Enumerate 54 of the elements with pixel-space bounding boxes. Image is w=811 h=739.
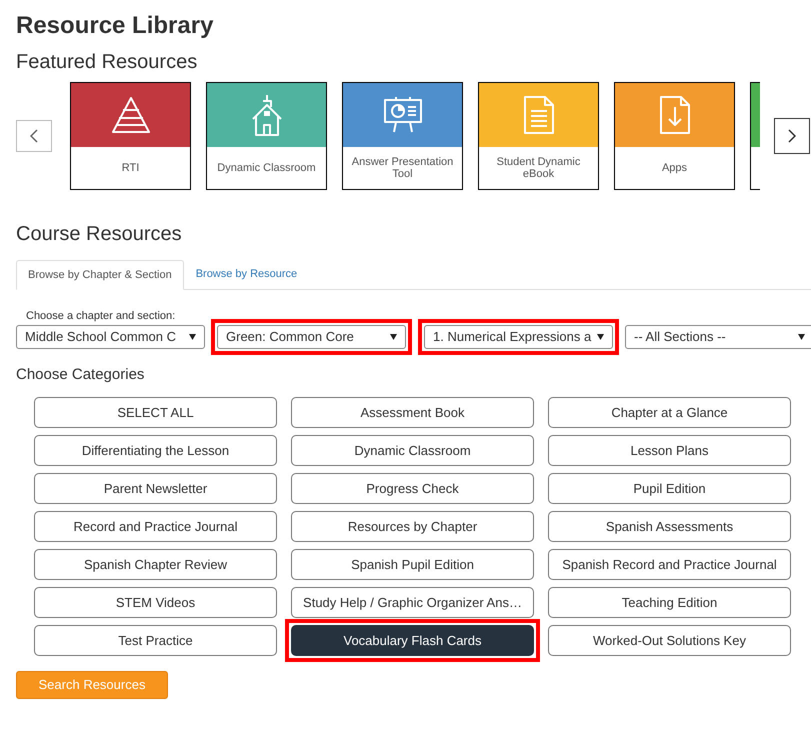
next-button[interactable] bbox=[774, 118, 810, 154]
category-button[interactable]: STEM Videos bbox=[34, 587, 277, 618]
caret-icon bbox=[189, 334, 196, 340]
caret-icon bbox=[597, 334, 604, 340]
category-button[interactable]: Pupil Edition bbox=[548, 473, 791, 504]
category-button[interactable]: Teaching Edition bbox=[548, 587, 791, 618]
pyramid-icon bbox=[110, 96, 150, 134]
category-button[interactable]: Assessment Book bbox=[291, 397, 534, 428]
category-button[interactable]: SELECT ALL bbox=[34, 397, 277, 428]
category-button[interactable]: Vocabulary Flash Cards bbox=[291, 625, 534, 656]
card-label: Apps bbox=[662, 162, 688, 174]
featured-card[interactable]: RTI bbox=[70, 82, 191, 190]
tab[interactable]: Browse by Resource bbox=[184, 260, 310, 289]
category-button[interactable]: Lesson Plans bbox=[548, 435, 791, 466]
category-button[interactable]: Spanish Record and Practice Journal bbox=[548, 549, 791, 580]
dropdown[interactable]: Middle School Common C bbox=[16, 325, 205, 349]
category-button[interactable]: Chapter at a Glance bbox=[548, 397, 791, 428]
section-heading: Choose Categories bbox=[16, 365, 146, 385]
category-button[interactable]: Study Help / Graphic Organizer Ans… bbox=[291, 587, 534, 618]
chevron-right-icon bbox=[788, 129, 796, 143]
card-label: Answer Presentation Tool bbox=[350, 156, 454, 180]
category-button[interactable]: Worked-Out Solutions Key bbox=[548, 625, 791, 656]
selects-label: Choose a chapter and section: bbox=[26, 309, 176, 323]
card-label: Student Dynamic eBook bbox=[496, 156, 582, 180]
category-button[interactable]: Spanish Assessments bbox=[548, 511, 791, 542]
category-button[interactable]: Progress Check bbox=[291, 473, 534, 504]
featured-card[interactable]: Apps bbox=[614, 82, 735, 190]
tab[interactable]: Browse by Chapter & Section bbox=[16, 260, 184, 290]
document-icon bbox=[522, 95, 554, 135]
card-label: Dynamic Classroom bbox=[217, 162, 316, 174]
download-document-icon bbox=[658, 95, 690, 135]
card-label: RTI bbox=[122, 162, 140, 174]
featured-card[interactable]: Answer Presentation Tool bbox=[342, 82, 463, 190]
category-button[interactable]: Dynamic Classroom bbox=[291, 435, 534, 466]
category-button[interactable]: Spanish Pupil Edition bbox=[291, 549, 534, 580]
caret-icon bbox=[798, 334, 805, 340]
previous-button[interactable] bbox=[16, 120, 52, 152]
category-button[interactable]: Spanish Chapter Review bbox=[34, 549, 277, 580]
category-button[interactable]: Record and Practice Journal bbox=[34, 511, 277, 542]
dropdown[interactable]: 1. Numerical Expressions a bbox=[424, 325, 613, 349]
category-button[interactable]: Test Practice bbox=[34, 625, 277, 656]
section-heading: Course Resources bbox=[16, 222, 183, 247]
dropdown[interactable]: Green: Common Core bbox=[217, 325, 406, 349]
category-button[interactable]: Resources by Chapter bbox=[291, 511, 534, 542]
featured-card[interactable]: Student Dynamic eBook bbox=[478, 82, 599, 190]
presentation-board-icon bbox=[382, 96, 424, 134]
dropdown[interactable]: -- All Sections -- bbox=[625, 325, 811, 349]
category-button[interactable]: Differentiating the Lesson bbox=[34, 435, 277, 466]
category-button[interactable]: Parent Newsletter bbox=[34, 473, 277, 504]
page-title: Resource Library bbox=[16, 11, 214, 41]
caret-icon bbox=[390, 334, 397, 340]
featured-card[interactable]: Dynamic Classroom bbox=[206, 82, 327, 190]
section-heading: Featured Resources bbox=[16, 50, 198, 75]
chevron-left-icon bbox=[30, 129, 38, 143]
